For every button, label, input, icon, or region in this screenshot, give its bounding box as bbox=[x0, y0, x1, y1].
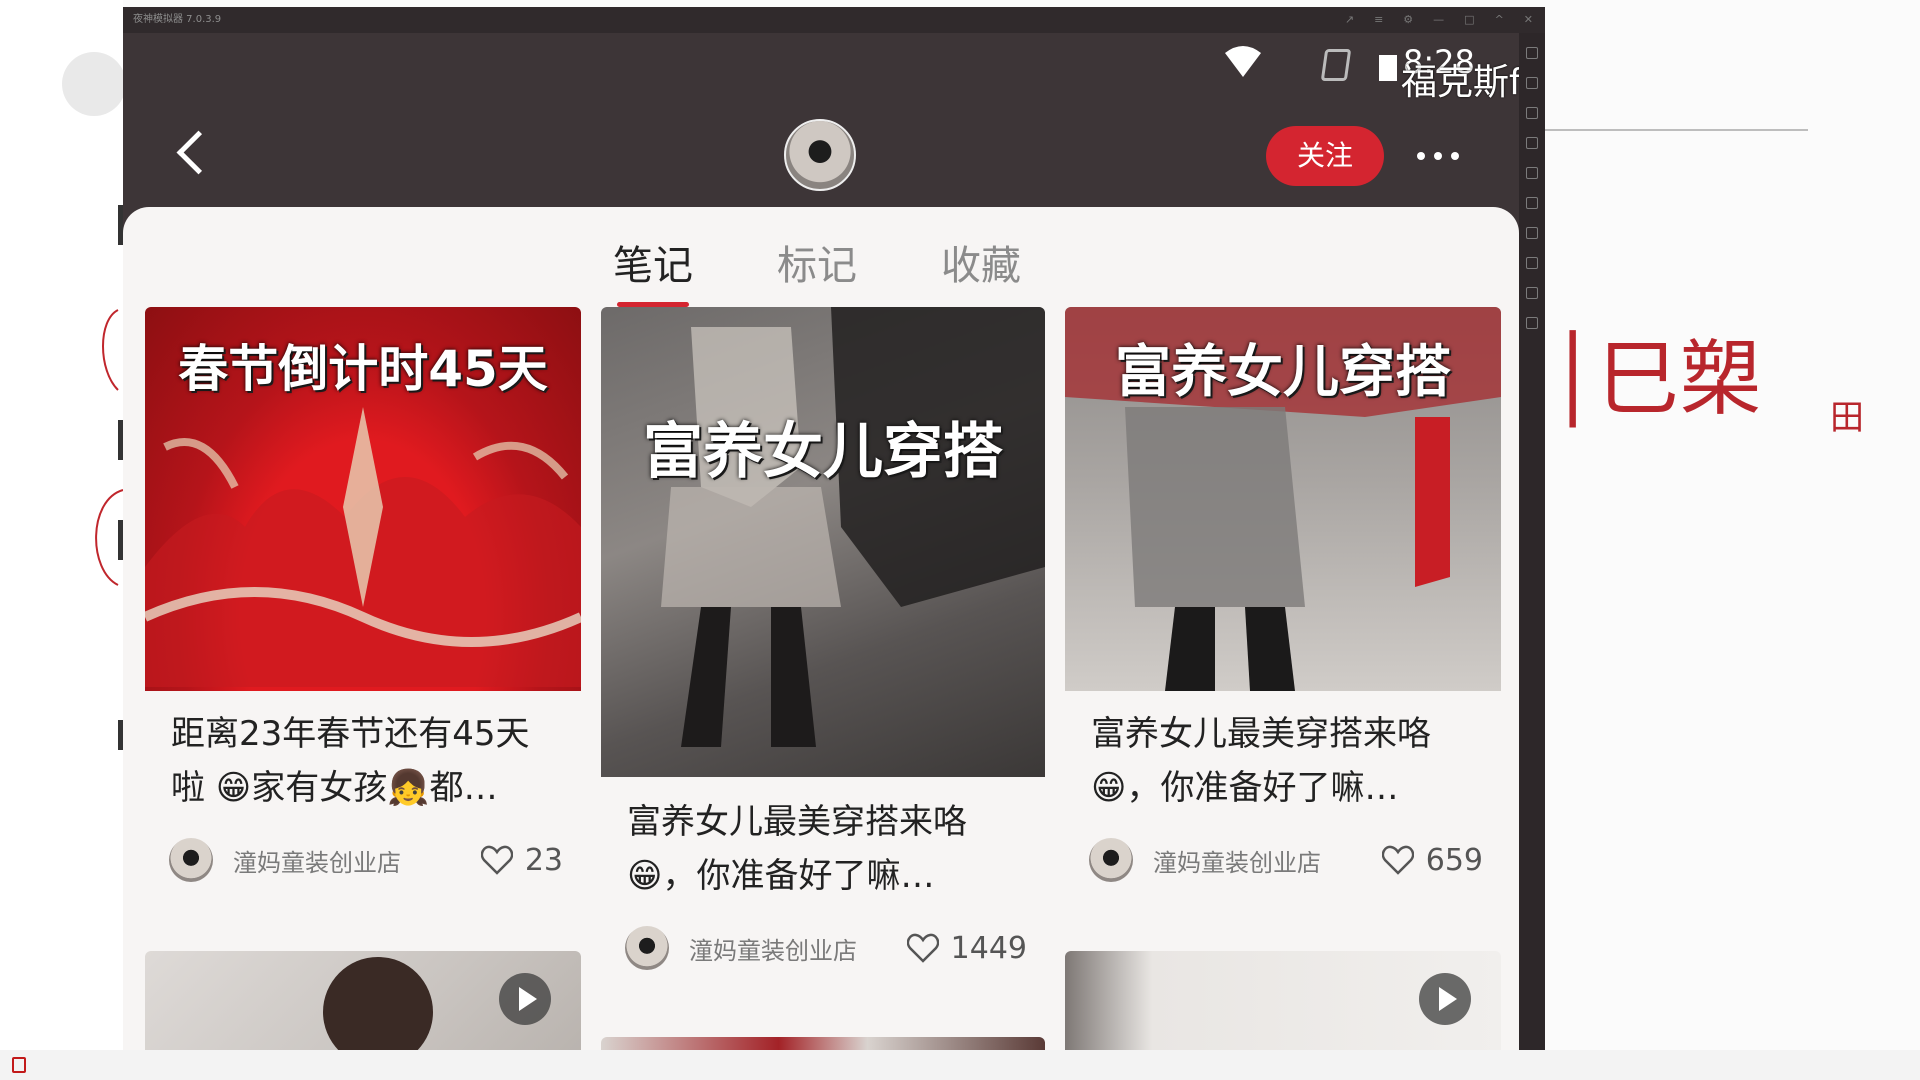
emulator-titlebar: 夜神模拟器 7.0.3.9 bbox=[123, 7, 1545, 33]
note-card[interactable] bbox=[145, 951, 581, 1050]
overlay-watermark-text: 福克斯fa bbox=[1401, 62, 1519, 103]
cover-decoration bbox=[661, 307, 1045, 747]
external-icon[interactable] bbox=[1526, 317, 1538, 329]
follow-button[interactable]: 关注 bbox=[1266, 126, 1384, 186]
cover-caption: 富养女儿穿搭 bbox=[1115, 340, 1451, 405]
desktop: │巳槊 田 夜神模拟器 7.0.3.9 ↗ ≡ ⚙ — □ ^ ✕ 8:28 福… bbox=[0, 0, 1920, 1080]
emulator-sidebar bbox=[1519, 33, 1545, 1050]
more-icon[interactable] bbox=[1526, 287, 1538, 299]
note-cover-image[interactable]: 富养女儿穿搭 bbox=[601, 307, 1045, 777]
like-count: 659 bbox=[1425, 842, 1483, 878]
author-avatar[interactable] bbox=[1089, 838, 1133, 882]
author-avatar[interactable] bbox=[625, 926, 669, 970]
note-card[interactable] bbox=[1065, 951, 1501, 1050]
like-count: 1449 bbox=[950, 930, 1027, 966]
volume-up-icon[interactable] bbox=[1526, 107, 1538, 119]
folder-icon[interactable] bbox=[1526, 227, 1538, 239]
note-title[interactable]: 富养女儿最美穿搭来咯 😁，你准备好了嘛… bbox=[1091, 707, 1483, 815]
notes-panel: 笔记 标记 收藏 春节倒计时45天 距离23年春节还有45天啦 😁家有女孩👧都…… bbox=[123, 207, 1519, 1050]
underline-rule bbox=[1543, 129, 1808, 131]
fullscreen-icon[interactable] bbox=[1526, 47, 1538, 59]
heart-icon bbox=[1381, 845, 1414, 875]
minimize-button[interactable]: — bbox=[1433, 7, 1444, 33]
window-control[interactable]: ≡ bbox=[1374, 7, 1383, 33]
note-cover-image[interactable] bbox=[601, 1037, 1045, 1050]
window-control[interactable]: ⚙ bbox=[1403, 7, 1413, 33]
note-cover-image[interactable]: 富养女儿穿搭 bbox=[1065, 307, 1501, 691]
wifi-icon bbox=[1223, 45, 1263, 88]
note-meta: 潼妈童装创业店 659 bbox=[1089, 835, 1483, 885]
tab-favorites[interactable]: 收藏 bbox=[941, 233, 1021, 291]
volume-down-icon[interactable] bbox=[1526, 137, 1538, 149]
like-button[interactable]: 23 bbox=[480, 842, 563, 878]
author-name[interactable]: 潼妈童装创业店 bbox=[689, 931, 907, 966]
window-controls: ↗ ≡ ⚙ — □ ^ ✕ bbox=[1345, 7, 1533, 33]
maximize-button[interactable]: □ bbox=[1464, 7, 1474, 33]
like-button[interactable]: 659 bbox=[1381, 842, 1483, 878]
battery-icon bbox=[1379, 55, 1397, 81]
emulator-window: 夜神模拟器 7.0.3.9 ↗ ≡ ⚙ — □ ^ ✕ 8:28 福克斯f 关注… bbox=[123, 7, 1545, 1050]
handwritten-mark: 田 bbox=[1830, 398, 1864, 438]
play-icon[interactable] bbox=[1419, 973, 1471, 1025]
like-count: 23 bbox=[524, 842, 563, 878]
note-cover-image[interactable]: 春节倒计时45天 bbox=[145, 307, 581, 691]
profile-avatar[interactable] bbox=[784, 119, 856, 191]
close-button[interactable]: ✕ bbox=[1524, 7, 1533, 33]
no-sim-icon bbox=[1320, 49, 1352, 81]
note-card[interactable] bbox=[601, 1037, 1045, 1050]
scissors-icon[interactable] bbox=[1526, 257, 1538, 269]
tab-marks[interactable]: 标记 bbox=[777, 233, 857, 291]
heart-icon bbox=[480, 845, 513, 875]
app-logo bbox=[62, 52, 126, 116]
note-meta: 潼妈童装创业店 1449 bbox=[625, 923, 1027, 973]
heart-icon bbox=[906, 933, 939, 963]
taskbar bbox=[0, 1050, 1920, 1080]
note-title[interactable]: 距离23年春节还有45天啦 😁家有女孩👧都… bbox=[171, 707, 563, 815]
note-meta: 潼妈童装创业店 23 bbox=[169, 835, 563, 885]
phone-screen: 8:28 福克斯fa 关注 笔记 标记 收藏 bbox=[123, 33, 1519, 1050]
cover-caption: 富养女儿穿搭 bbox=[643, 417, 1003, 487]
note-cover-image[interactable] bbox=[145, 951, 581, 1050]
like-button[interactable]: 1449 bbox=[906, 930, 1027, 966]
note-title[interactable]: 富养女儿最美穿搭来咯 😁，你准备好了嘛… bbox=[627, 795, 1027, 903]
more-options-button[interactable] bbox=[1417, 141, 1477, 171]
cover-decoration bbox=[323, 957, 433, 1050]
cover-caption: 春节倒计时45天 bbox=[178, 340, 548, 398]
note-cover-image[interactable] bbox=[1065, 951, 1501, 1050]
author-name[interactable]: 潼妈童装创业店 bbox=[1153, 843, 1382, 878]
author-name[interactable]: 潼妈童装创业店 bbox=[233, 843, 481, 878]
tab-notes[interactable]: 笔记 bbox=[613, 233, 693, 307]
cover-decoration bbox=[145, 407, 581, 687]
note-card[interactable]: 春节倒计时45天 距离23年春节还有45天啦 😁家有女孩👧都… 潼妈童装创业店 … bbox=[145, 307, 581, 907]
handwritten-bracket bbox=[95, 309, 124, 586]
back-button[interactable] bbox=[169, 125, 219, 185]
author-avatar[interactable] bbox=[169, 838, 213, 882]
screen-icon[interactable] bbox=[1526, 167, 1538, 179]
more-dots-icon bbox=[1417, 152, 1425, 160]
collapse-button[interactable]: ^ bbox=[1495, 7, 1504, 33]
handwritten-annotation: │巳槊 bbox=[1548, 332, 1762, 427]
note-card[interactable]: 富养女儿穿搭 富养女儿最美穿搭来咯 😁，你准备好了嘛… 潼妈童装创业店 659 bbox=[1065, 307, 1501, 907]
note-card[interactable]: 富养女儿穿搭 富养女儿最美穿搭来咯 😁，你准备好了嘛… 潼妈童装创业店 1449 bbox=[601, 307, 1045, 987]
emulator-title: 夜神模拟器 7.0.3.9 bbox=[133, 14, 222, 25]
play-icon[interactable] bbox=[499, 973, 551, 1025]
window-control[interactable]: ↗ bbox=[1345, 7, 1354, 33]
install-icon[interactable] bbox=[1526, 197, 1538, 209]
profile-tabs: 笔记 标记 收藏 bbox=[613, 233, 1021, 307]
keyboard-icon[interactable] bbox=[1526, 77, 1538, 89]
document-app-icon[interactable] bbox=[12, 1057, 26, 1073]
